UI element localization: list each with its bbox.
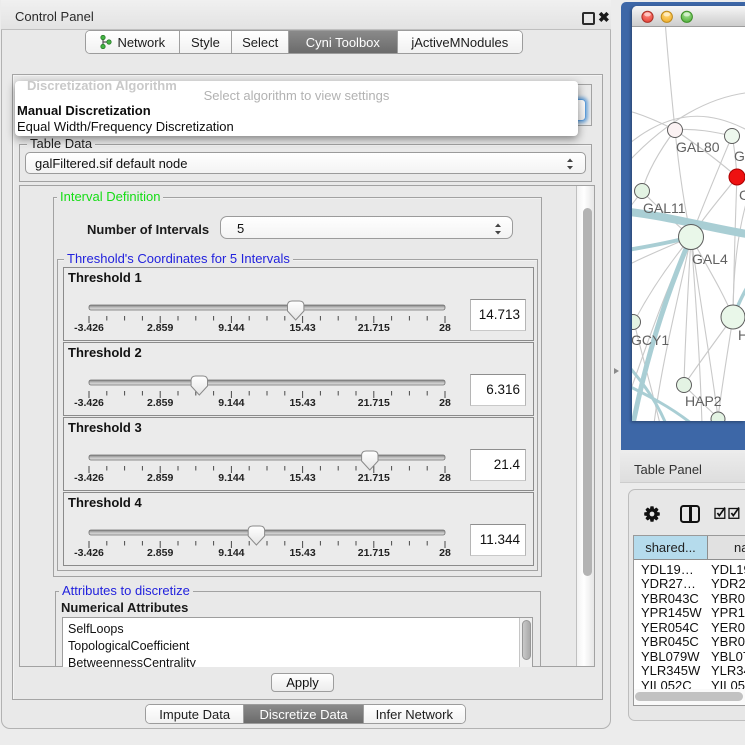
svg-text:15.43: 15.43 xyxy=(289,397,315,409)
svg-text:21.715: 21.715 xyxy=(358,547,390,559)
svg-text:9.144: 9.144 xyxy=(218,322,244,334)
svg-text:-3.426: -3.426 xyxy=(74,547,104,559)
svg-text:15.43: 15.43 xyxy=(289,322,315,334)
svg-text:15.43: 15.43 xyxy=(289,472,315,484)
svg-text:HIS: HIS xyxy=(738,327,745,343)
svg-text:9.144: 9.144 xyxy=(218,547,244,559)
svg-text:9.144: 9.144 xyxy=(218,472,244,484)
svg-text:21.715: 21.715 xyxy=(358,472,390,484)
svg-text:-3.426: -3.426 xyxy=(74,322,104,334)
svg-text:2.859: 2.859 xyxy=(147,547,173,559)
svg-text:GA: GA xyxy=(734,148,745,164)
svg-text:28: 28 xyxy=(439,547,451,559)
svg-text:2.859: 2.859 xyxy=(147,472,173,484)
svg-text:CY: CY xyxy=(739,187,745,203)
svg-text:28: 28 xyxy=(439,322,451,334)
svg-text:HAP2: HAP2 xyxy=(685,393,722,409)
svg-text:GCY1: GCY1 xyxy=(632,332,669,348)
svg-text:GAL80: GAL80 xyxy=(676,139,720,155)
svg-text:2.859: 2.859 xyxy=(147,322,173,334)
svg-text:28: 28 xyxy=(439,397,451,409)
svg-text:9.144: 9.144 xyxy=(218,397,244,409)
svg-text:2.859: 2.859 xyxy=(147,397,173,409)
svg-text:21.715: 21.715 xyxy=(358,397,390,409)
svg-text:15.43: 15.43 xyxy=(289,547,315,559)
svg-text:GAL11: GAL11 xyxy=(643,200,686,216)
svg-text:GAL4: GAL4 xyxy=(692,251,728,267)
svg-text:28: 28 xyxy=(439,472,451,484)
svg-text:-3.426: -3.426 xyxy=(74,397,104,409)
svg-text:21.715: 21.715 xyxy=(358,322,390,334)
svg-text:-3.426: -3.426 xyxy=(74,472,104,484)
